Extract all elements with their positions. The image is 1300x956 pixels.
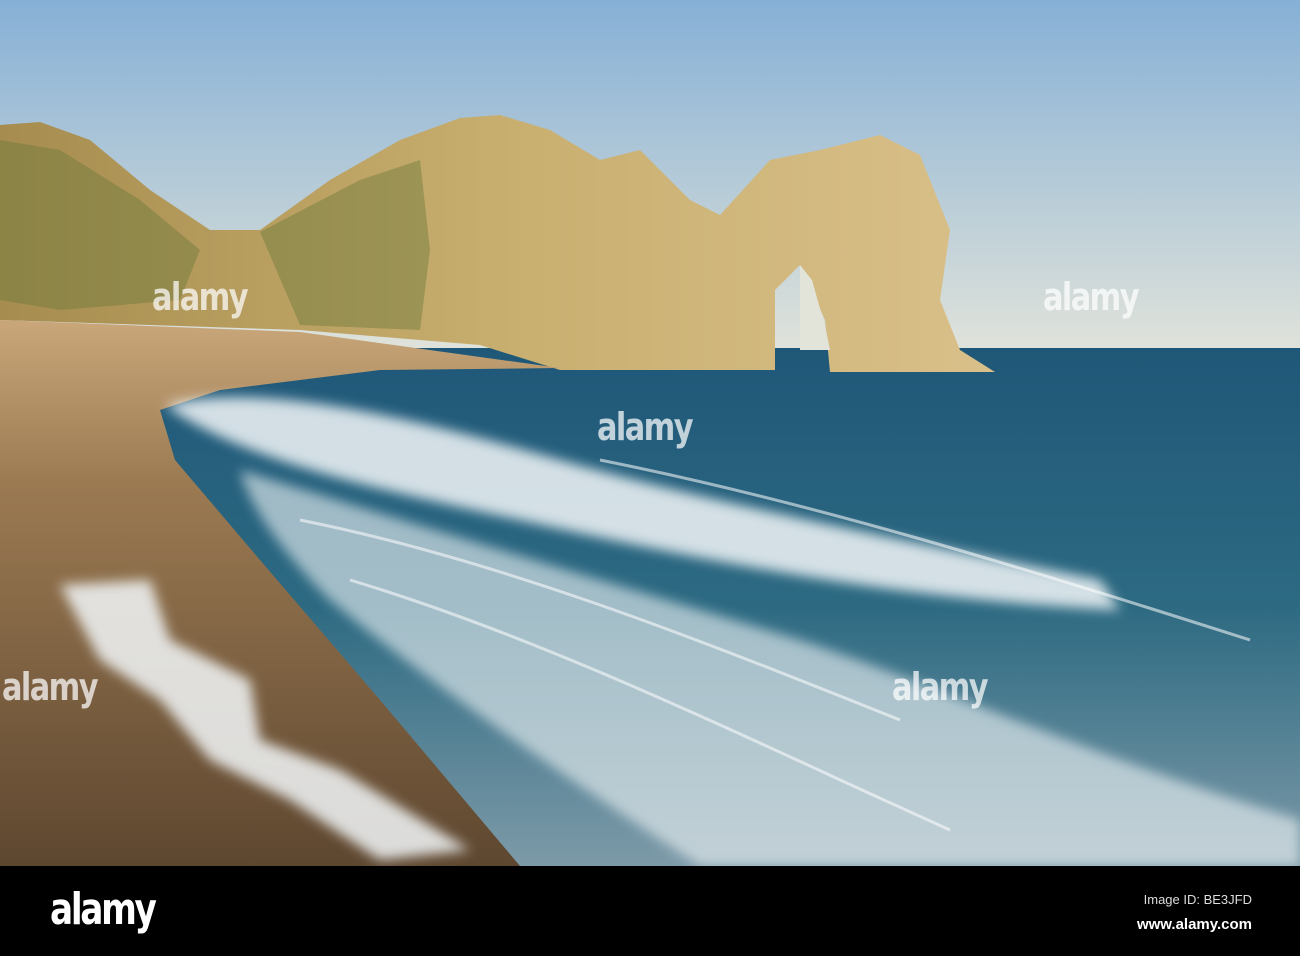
watermark: alamy: [597, 405, 694, 449]
image-id: Image ID: BE3JFD: [1143, 892, 1252, 907]
watermark: alamy: [152, 275, 249, 319]
watermark: alamy: [1043, 275, 1140, 319]
site-url: www.alamy.com: [1136, 916, 1252, 933]
alamy-logo: alamy: [50, 884, 157, 935]
watermark: alamy: [892, 665, 989, 709]
watermark: alamy: [2, 665, 99, 709]
footer-bar: alamy Image ID: BE3JFD www.alamy.com: [0, 866, 1300, 956]
stock-photo-page: alamy alamy alamy alamy alamy alamy Imag…: [0, 0, 1300, 956]
